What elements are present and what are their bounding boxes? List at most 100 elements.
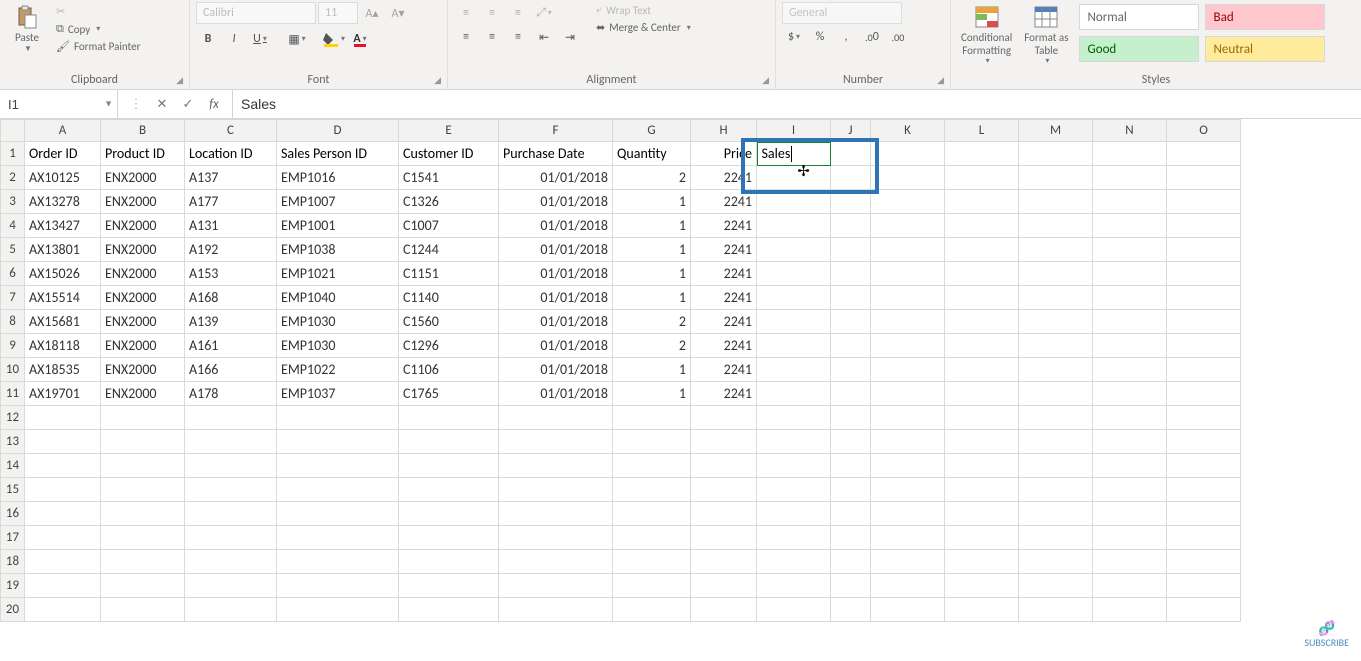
cell-A2[interactable]: AX10125 xyxy=(25,166,101,190)
cell-B16[interactable] xyxy=(101,502,185,526)
cell-H19[interactable] xyxy=(691,574,757,598)
cell-I17[interactable] xyxy=(757,526,831,550)
cell-A11[interactable]: AX19701 xyxy=(25,382,101,406)
cell-B10[interactable]: ENX2000 xyxy=(101,358,185,382)
cell-C8[interactable]: A139 xyxy=(185,310,277,334)
cell-B5[interactable]: ENX2000 xyxy=(101,238,185,262)
column-header-L[interactable]: L xyxy=(945,120,1019,142)
cell-H10[interactable]: 2241 xyxy=(691,358,757,382)
cell-G14[interactable] xyxy=(613,454,691,478)
cell-J5[interactable] xyxy=(831,238,871,262)
cell-B12[interactable] xyxy=(101,406,185,430)
format-as-table-button[interactable]: Format as Table▾ xyxy=(1020,2,1072,68)
cell-G3[interactable]: 1 xyxy=(613,190,691,214)
cell-B7[interactable]: ENX2000 xyxy=(101,286,185,310)
cell-M6[interactable] xyxy=(1019,262,1093,286)
column-header-B[interactable]: B xyxy=(101,120,185,142)
cell-N5[interactable] xyxy=(1093,238,1167,262)
dialog-launcher-icon[interactable]: ◢ xyxy=(176,75,183,86)
cell-F19[interactable] xyxy=(499,574,613,598)
cell-A19[interactable] xyxy=(25,574,101,598)
increase-decimal-icon[interactable]: .00 xyxy=(860,26,884,48)
cell-L2[interactable] xyxy=(945,166,1019,190)
cell-B14[interactable] xyxy=(101,454,185,478)
cell-B9[interactable]: ENX2000 xyxy=(101,334,185,358)
cell-F7[interactable]: 01/01/2018 xyxy=(499,286,613,310)
cell-F4[interactable]: 01/01/2018 xyxy=(499,214,613,238)
cell-H20[interactable] xyxy=(691,598,757,622)
cell-B13[interactable] xyxy=(101,430,185,454)
cell-O3[interactable] xyxy=(1167,190,1241,214)
cell-O10[interactable] xyxy=(1167,358,1241,382)
cell-I3[interactable] xyxy=(757,190,831,214)
cell-N15[interactable] xyxy=(1093,478,1167,502)
cell-J12[interactable] xyxy=(831,406,871,430)
cell-L1[interactable] xyxy=(945,142,1019,166)
cell-M4[interactable] xyxy=(1019,214,1093,238)
cell-L12[interactable] xyxy=(945,406,1019,430)
cell-F3[interactable]: 01/01/2018 xyxy=(499,190,613,214)
cell-J17[interactable] xyxy=(831,526,871,550)
format-painter-button[interactable]: 🖌 Format Painter xyxy=(52,39,144,54)
select-all-corner[interactable] xyxy=(1,120,25,142)
row-header[interactable]: 9 xyxy=(1,334,25,358)
cell-F8[interactable]: 01/01/2018 xyxy=(499,310,613,334)
cell-G6[interactable]: 1 xyxy=(613,262,691,286)
cell-H18[interactable] xyxy=(691,550,757,574)
cell-I5[interactable] xyxy=(757,238,831,262)
cell-O7[interactable] xyxy=(1167,286,1241,310)
cell-I7[interactable] xyxy=(757,286,831,310)
cell-H16[interactable] xyxy=(691,502,757,526)
cell-E19[interactable] xyxy=(399,574,499,598)
cell-J13[interactable] xyxy=(831,430,871,454)
cell-A1[interactable]: Order ID xyxy=(25,142,101,166)
cell-A5[interactable]: AX13801 xyxy=(25,238,101,262)
cell-L5[interactable] xyxy=(945,238,1019,262)
cell-G11[interactable]: 1 xyxy=(613,382,691,406)
cell-K14[interactable] xyxy=(871,454,945,478)
cell-M5[interactable] xyxy=(1019,238,1093,262)
cell-J8[interactable] xyxy=(831,310,871,334)
cell-G13[interactable] xyxy=(613,430,691,454)
column-header-O[interactable]: O xyxy=(1167,120,1241,142)
cell-E16[interactable] xyxy=(399,502,499,526)
cell-C2[interactable]: A137 xyxy=(185,166,277,190)
cell-N1[interactable] xyxy=(1093,142,1167,166)
cell-D11[interactable]: EMP1037 xyxy=(277,382,399,406)
dialog-launcher-icon[interactable]: ◢ xyxy=(434,75,441,86)
cell-D12[interactable] xyxy=(277,406,399,430)
row-header[interactable]: 4 xyxy=(1,214,25,238)
cell-B2[interactable]: ENX2000 xyxy=(101,166,185,190)
row-header[interactable]: 15 xyxy=(1,478,25,502)
paste-button[interactable]: Paste ▼ xyxy=(6,2,48,56)
cell-I12[interactable] xyxy=(757,406,831,430)
cell-A15[interactable] xyxy=(25,478,101,502)
cell-A14[interactable] xyxy=(25,454,101,478)
borders-button[interactable]: ▦▾ xyxy=(285,28,309,50)
cell-F17[interactable] xyxy=(499,526,613,550)
row-header[interactable]: 18 xyxy=(1,550,25,574)
increase-indent-icon[interactable]: ⇥ xyxy=(558,26,582,48)
cell-N17[interactable] xyxy=(1093,526,1167,550)
cell-M10[interactable] xyxy=(1019,358,1093,382)
cell-G1[interactable]: Quantity xyxy=(613,142,691,166)
cell-I16[interactable] xyxy=(757,502,831,526)
cell-C15[interactable] xyxy=(185,478,277,502)
cell-C9[interactable]: A161 xyxy=(185,334,277,358)
cell-B17[interactable] xyxy=(101,526,185,550)
cell-F5[interactable]: 01/01/2018 xyxy=(499,238,613,262)
cell-J4[interactable] xyxy=(831,214,871,238)
cell-G5[interactable]: 1 xyxy=(613,238,691,262)
align-left-icon[interactable]: ≡ xyxy=(454,26,478,48)
underline-button[interactable]: U▾ xyxy=(248,28,272,50)
cell-D20[interactable] xyxy=(277,598,399,622)
cell-N16[interactable] xyxy=(1093,502,1167,526)
cell-F14[interactable] xyxy=(499,454,613,478)
cell-M2[interactable] xyxy=(1019,166,1093,190)
cell-H7[interactable]: 2241 xyxy=(691,286,757,310)
cell-G15[interactable] xyxy=(613,478,691,502)
cell-N20[interactable] xyxy=(1093,598,1167,622)
cell-J16[interactable] xyxy=(831,502,871,526)
cell-O12[interactable] xyxy=(1167,406,1241,430)
cell-M15[interactable] xyxy=(1019,478,1093,502)
